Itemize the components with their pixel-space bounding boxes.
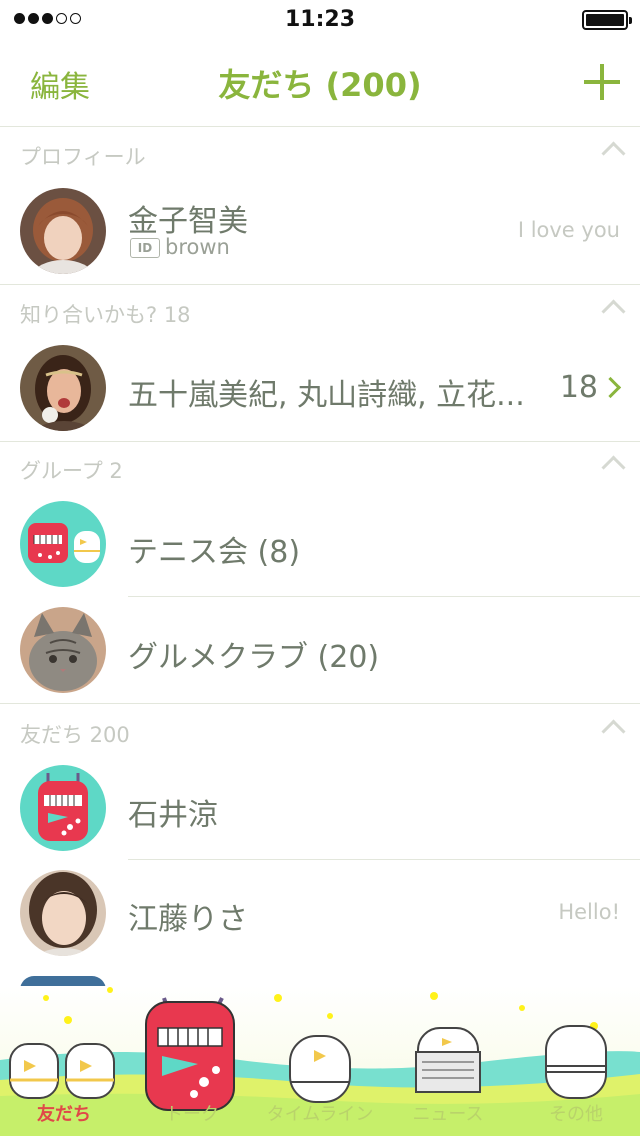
- section-header-friends[interactable]: 友だち 200: [0, 705, 640, 757]
- tab-label: タイムライン: [266, 1104, 374, 1125]
- battery-icon: [582, 10, 632, 30]
- tab-label: その他: [549, 1104, 603, 1125]
- suggest-count: 18: [559, 370, 598, 405]
- chevron-up-icon[interactable]: [601, 299, 626, 324]
- chevron-up-icon[interactable]: [601, 455, 626, 480]
- section-title: グループ 2: [20, 459, 123, 483]
- nav-bar: 編集 友だち (200): [0, 40, 640, 127]
- group-name: グルメクラブ (20): [128, 640, 380, 675]
- friend-status-message: Hello!: [558, 900, 620, 924]
- suggest-names: 五十嵐美紀, 丸山詩織, 立花...: [128, 378, 525, 413]
- avatar-friend[interactable]: [20, 870, 106, 956]
- group-name: テニス会 (8): [128, 535, 301, 570]
- avatar-profile[interactable]: [20, 188, 106, 274]
- status-bar: 11:23: [0, 0, 640, 40]
- section-title: 友だち 200: [20, 723, 130, 747]
- id-badge: ID: [130, 238, 160, 258]
- tab-label: ニュース: [412, 1104, 484, 1125]
- friend-name: 石井涼: [128, 798, 218, 833]
- chevron-right-icon[interactable]: [599, 376, 622, 399]
- tab-timeline[interactable]: タイムライン: [256, 986, 384, 1136]
- divider: [128, 596, 640, 597]
- profile-name: 金子智美: [128, 204, 248, 239]
- tab-more[interactable]: その他: [512, 986, 640, 1136]
- section-header-profile[interactable]: プロフィール: [0, 127, 640, 179]
- friends-tab-icon: [9, 1043, 115, 1099]
- tab-talk[interactable]: トーク: [128, 986, 256, 1136]
- tab-news[interactable]: ニュース: [384, 986, 512, 1136]
- page-title: 友だち (200): [218, 66, 422, 104]
- chevron-up-icon[interactable]: [601, 719, 626, 744]
- tab-label: 友だち: [37, 1104, 91, 1125]
- add-friend-icon[interactable]: [584, 64, 620, 100]
- more-tab-icon: [545, 1025, 607, 1099]
- avatar-friend[interactable]: [20, 765, 106, 851]
- tab-bar: 友だち トーク タイムライン ニュース その他: [0, 986, 640, 1136]
- tab-label: トーク: [165, 1104, 219, 1125]
- chevron-up-icon[interactable]: [601, 141, 626, 166]
- tab-friends[interactable]: 友だち: [0, 986, 128, 1136]
- divider: [128, 859, 640, 860]
- section-header-suggest[interactable]: 知り合いかも? 18: [0, 285, 640, 337]
- section-title: 知り合いかも? 18: [20, 303, 191, 327]
- friend-name: 江藤りさ: [128, 902, 248, 937]
- section-title: プロフィール: [20, 145, 146, 169]
- news-tab-icon: [415, 1027, 481, 1093]
- avatar-group-gourmet[interactable]: [20, 607, 106, 693]
- timeline-tab-icon: [289, 1035, 351, 1103]
- status-time: 11:23: [284, 7, 356, 32]
- talk-tab-icon: [145, 997, 235, 1111]
- avatar-group-tennis[interactable]: [20, 501, 106, 587]
- profile-id: brown: [165, 235, 230, 259]
- profile-status-message: I love you: [517, 218, 620, 242]
- section-header-groups[interactable]: グループ 2: [0, 441, 640, 493]
- divider: [0, 703, 640, 704]
- avatar-suggest[interactable]: [20, 345, 106, 431]
